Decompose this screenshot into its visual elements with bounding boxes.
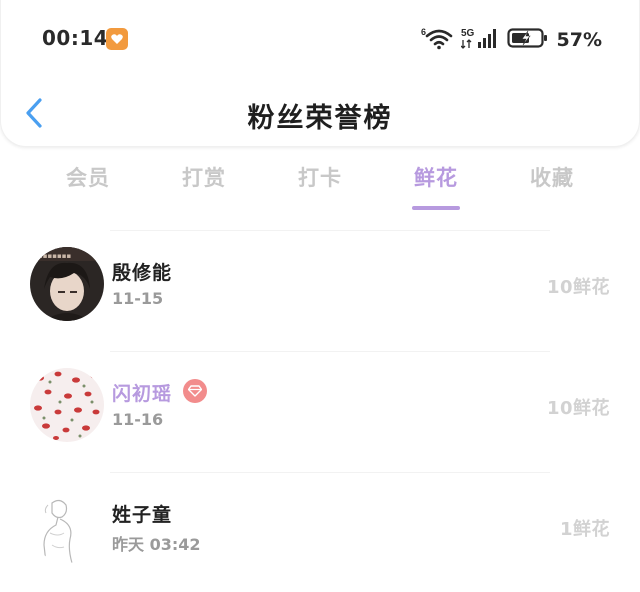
vip-diamond-icon [183, 379, 207, 403]
user-date: 11-16 [112, 410, 164, 429]
list-item[interactable]: ▪▪▪▪▪▪▪ 殷修能 11-15 10鲜花 [0, 230, 640, 350]
tab-bar: 会员 打赏 打卡 鲜花 收藏 [30, 162, 610, 212]
flower-count: 10鲜花 [546, 277, 610, 298]
active-tab-indicator [412, 206, 460, 210]
svg-text:6: 6 [421, 27, 426, 37]
status-time: 00:14 [42, 26, 109, 50]
flower-count: 10鲜花 [546, 398, 610, 419]
tab-flowers[interactable]: 鲜花 [378, 162, 494, 212]
svg-text:5G: 5G [461, 28, 475, 39]
avatar: ▪▪▪▪▪▪▪ [30, 247, 104, 321]
tab-label: 打卡 [298, 166, 342, 190]
tab-label: 会员 [66, 166, 110, 190]
tab-favorites[interactable]: 收藏 [494, 162, 610, 212]
user-name: 姓子童 [112, 504, 173, 526]
list-item[interactable]: 姓子童 昨天 03:42 1鲜花 [0, 472, 640, 592]
page-title: 粉丝荣誉榜 [247, 103, 393, 134]
svg-text:▪▪▪▪▪▪▪: ▪▪▪▪▪▪▪ [38, 252, 71, 260]
user-name: 闪初瑶 [112, 383, 173, 405]
user-name: 殷修能 [112, 262, 173, 284]
tab-label: 收藏 [530, 166, 574, 190]
battery-icon [506, 26, 549, 54]
battery-percent: 57% [556, 29, 602, 51]
tab-checkin[interactable]: 打卡 [262, 162, 378, 212]
user-date: 昨天 03:42 [112, 535, 201, 554]
signal-icon: 5G [460, 26, 499, 54]
status-icons: 6 5G 57% [421, 26, 602, 54]
fan-honor-board-page: 00:14 6 5G 57% 粉丝荣誉榜 会员 打赏 打卡 鲜花 收藏 ▪▪▪▪… [0, 0, 640, 592]
tab-label: 打赏 [182, 166, 226, 190]
app-badge-icon [106, 28, 128, 50]
tab-label: 鲜花 [414, 166, 458, 190]
status-bar: 00:14 6 5G 57% [0, 22, 640, 58]
tab-membership[interactable]: 会员 [30, 162, 146, 212]
user-date: 11-15 [112, 289, 164, 308]
flower-count: 1鲜花 [559, 519, 610, 540]
wifi-icon: 6 [421, 26, 453, 54]
avatar [30, 489, 104, 563]
tab-tips[interactable]: 打赏 [146, 162, 262, 212]
avatar [30, 368, 104, 442]
list-item[interactable]: 闪初瑶 11-16 10鲜花 [0, 351, 640, 471]
